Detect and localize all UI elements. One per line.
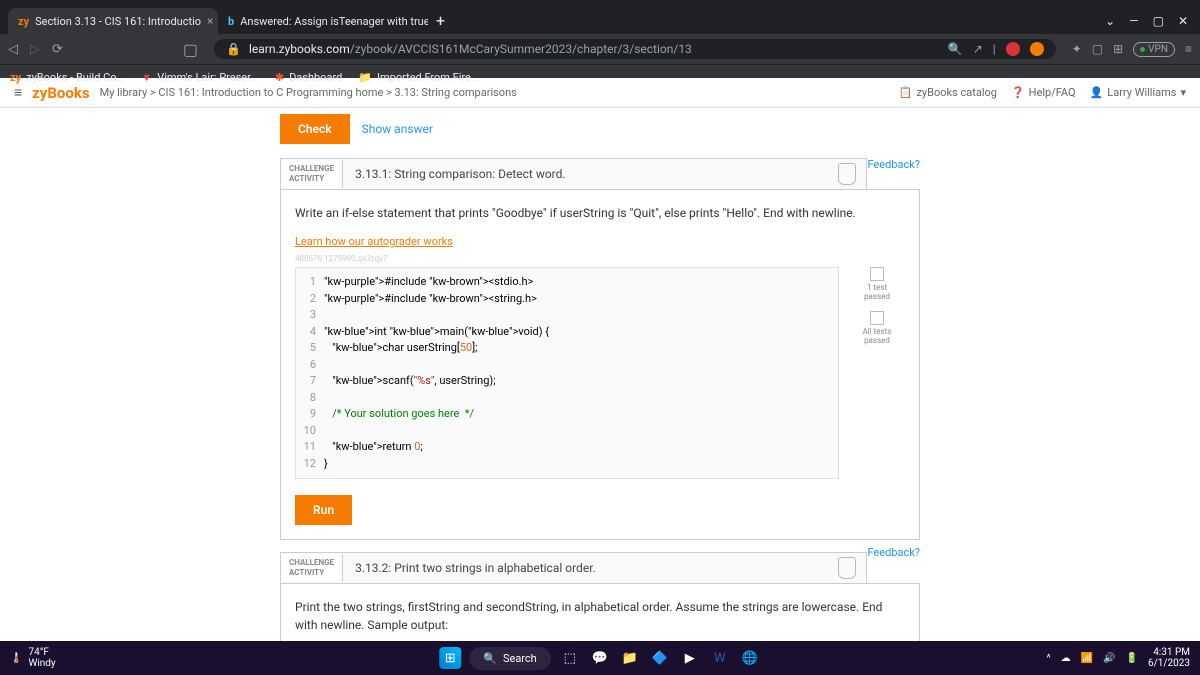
sidebar-icon[interactable]: ▢ — [1092, 42, 1103, 56]
code-line[interactable]: 6 — [296, 357, 838, 374]
extension-badge-1[interactable] — [1006, 42, 1020, 56]
tab-strip: zy Section 3.13 - CIS 161: Introductio ×… — [0, 0, 1200, 34]
activity-id: 480676.1279990.qx3zqy7 — [295, 254, 905, 263]
activity-title: 3.13.1: String comparison: Detect word. — [343, 159, 577, 189]
vpn-badge[interactable]: VPN — [1133, 42, 1175, 57]
chevron-down-icon[interactable]: ⌄ — [1105, 14, 1115, 28]
test-checkbox — [870, 311, 884, 325]
minimize-icon[interactable]: — — [1129, 14, 1138, 28]
catalog-link[interactable]: 📋 zyBooks catalog — [899, 86, 997, 99]
tab-favicon: zy — [18, 15, 29, 28]
explorer-icon[interactable]: 📁 — [619, 647, 641, 669]
weather-widget[interactable]: 🌡️ 74°F Windy — [10, 647, 56, 669]
code-line[interactable]: 8 — [296, 390, 838, 407]
reload-icon[interactable]: ⟳ — [52, 42, 63, 57]
task-view-icon[interactable]: ⬚ — [559, 647, 581, 669]
bookmark-item[interactable]: ▼Vimm's Lair: Preser... — [141, 71, 259, 84]
address-bar[interactable]: 🔒 learn.zybooks.com/zybook/AVCCIS161McCa… — [214, 39, 1056, 59]
code-line[interactable]: 4"kw-blue">int "kw-blue">main("kw-blue">… — [296, 324, 838, 341]
play-icon[interactable]: ▶ — [679, 647, 701, 669]
zybooks-logo[interactable]: zyBooks — [32, 84, 89, 102]
app-icon[interactable]: 🔷 — [649, 647, 671, 669]
word-icon[interactable]: W — [709, 647, 731, 669]
code-line[interactable]: 3 — [296, 307, 838, 324]
activity-type-label: CHALLENGE — [289, 558, 334, 568]
chrome-icon[interactable]: 🌐 — [739, 647, 761, 669]
bookmark-item[interactable]: 📁Imported From Fire... — [358, 71, 479, 84]
browser-tab-2[interactable]: b Answered: Assign isTeenager with true — [218, 9, 428, 34]
activity-instructions: Print the two strings, firstString and s… — [295, 598, 905, 634]
back-icon[interactable]: ◁ — [8, 42, 18, 57]
help-link[interactable]: ❓ Help/FAQ — [1011, 86, 1076, 99]
search-icon[interactable]: 🔍 — [948, 42, 963, 56]
test-checkbox — [870, 267, 884, 281]
code-line[interactable]: 11 "kw-blue">return 0; — [296, 439, 838, 456]
forward-icon[interactable]: ▷ — [30, 42, 40, 57]
menu-icon[interactable]: ≡ — [1185, 42, 1192, 56]
breadcrumb[interactable]: My library > CIS 161: Introduction to C … — [100, 86, 517, 99]
code-line[interactable]: 2"kw-purple">#include "kw-brown"><string… — [296, 291, 838, 308]
maximize-icon[interactable]: ▢ — [1153, 14, 1164, 28]
activity-type-label: ACTIVITY — [289, 568, 334, 578]
extensions-icon[interactable]: ✦ — [1072, 42, 1082, 56]
chevron-up-icon[interactable]: ^ — [1046, 653, 1050, 664]
wifi-icon[interactable]: 📶 — [1081, 653, 1093, 664]
browser-tab-1[interactable]: zy Section 3.13 - CIS 161: Introductio × — [8, 8, 218, 34]
hamburger-icon[interactable]: ≡ — [14, 84, 22, 101]
activity-body: Print the two strings, firstString and s… — [280, 583, 920, 641]
url-host: learn.zybooks.com — [249, 42, 350, 56]
activity-body: Write an if-else statement that prints "… — [280, 189, 920, 540]
activity-header: CHALLENGE ACTIVITY 3.13.1: String compar… — [280, 158, 867, 189]
code-line[interactable]: 5 "kw-blue">char userString[50]; — [296, 340, 838, 357]
activity-title: 3.13.2: Print two strings in alphabetica… — [343, 553, 608, 583]
new-tab-button[interactable]: + — [428, 7, 453, 34]
run-button[interactable]: Run — [295, 495, 352, 525]
bookmark-item[interactable]: zyzyBooks - Build Co... — [10, 71, 125, 84]
volume-icon[interactable]: 🔊 — [1103, 653, 1115, 664]
url-path: /zybook/AVCCIS161McCarySummer2023/chapte… — [350, 42, 692, 56]
cloud-icon[interactable]: ☁ — [1061, 653, 1071, 664]
close-icon[interactable]: × — [207, 14, 213, 28]
user-menu[interactable]: 👤 Larry Williams ▾ — [1090, 86, 1186, 99]
tab-favicon: b — [228, 15, 234, 28]
app-icon[interactable]: 💬 — [589, 647, 611, 669]
extension-badge-2[interactable] — [1030, 42, 1044, 56]
completion-badge — [838, 557, 856, 579]
show-answer-button[interactable]: Show answer — [362, 122, 433, 136]
code-line[interactable]: 10 — [296, 423, 838, 440]
code-line[interactable]: 7 "kw-blue">scanf("%s", userString); — [296, 373, 838, 390]
code-line[interactable]: 12} — [296, 456, 838, 473]
code-line[interactable]: 1"kw-purple">#include "kw-brown"><stdio.… — [296, 274, 838, 291]
lock-icon: 🔒 — [226, 42, 241, 56]
feedback-link[interactable]: Feedback? — [867, 158, 920, 171]
activity-type-label: CHALLENGE — [289, 164, 334, 174]
weather-icon: 🌡️ — [10, 653, 22, 664]
taskbar-search[interactable]: 🔍 Search — [469, 647, 551, 670]
windows-taskbar: 🌡️ 74°F Windy ⊞ 🔍 Search ⬚ 💬 📁 🔷 ▶ W 🌐 ^… — [0, 641, 1200, 675]
tab-label: Section 3.13 - CIS 161: Introductio — [35, 15, 201, 28]
clock[interactable]: 4:31 PM 6/1/2023 — [1148, 647, 1190, 669]
code-line[interactable]: 9 /* Your solution goes here */ — [296, 406, 838, 423]
completion-badge — [838, 163, 856, 185]
autograder-link[interactable]: Learn how our autograder works — [295, 235, 453, 248]
activity-instructions: Write an if-else statement that prints "… — [295, 204, 905, 222]
reading-list-icon[interactable]: ▢ — [183, 40, 198, 59]
collections-icon[interactable]: ⊞ — [1113, 42, 1123, 56]
bookmark-item[interactable]: ✱Dashboard — [275, 71, 342, 84]
close-window-icon[interactable]: ✕ — [1178, 14, 1188, 28]
test-results: 1 test passed All tests passed — [849, 267, 905, 479]
start-icon[interactable]: ⊞ — [439, 647, 461, 669]
tab-label: Answered: Assign isTeenager with true — [240, 15, 428, 28]
code-editor[interactable]: 1"kw-purple">#include "kw-brown"><stdio.… — [295, 267, 839, 479]
check-button[interactable]: Check — [280, 114, 350, 144]
activity-header: CHALLENGE ACTIVITY 3.13.2: Print two str… — [280, 552, 867, 583]
feedback-link[interactable]: Feedback? — [867, 546, 920, 559]
battery-icon[interactable]: 🔋 — [1126, 653, 1138, 664]
share-icon[interactable]: ↗ — [973, 42, 983, 56]
activity-type-label: ACTIVITY — [289, 174, 334, 184]
